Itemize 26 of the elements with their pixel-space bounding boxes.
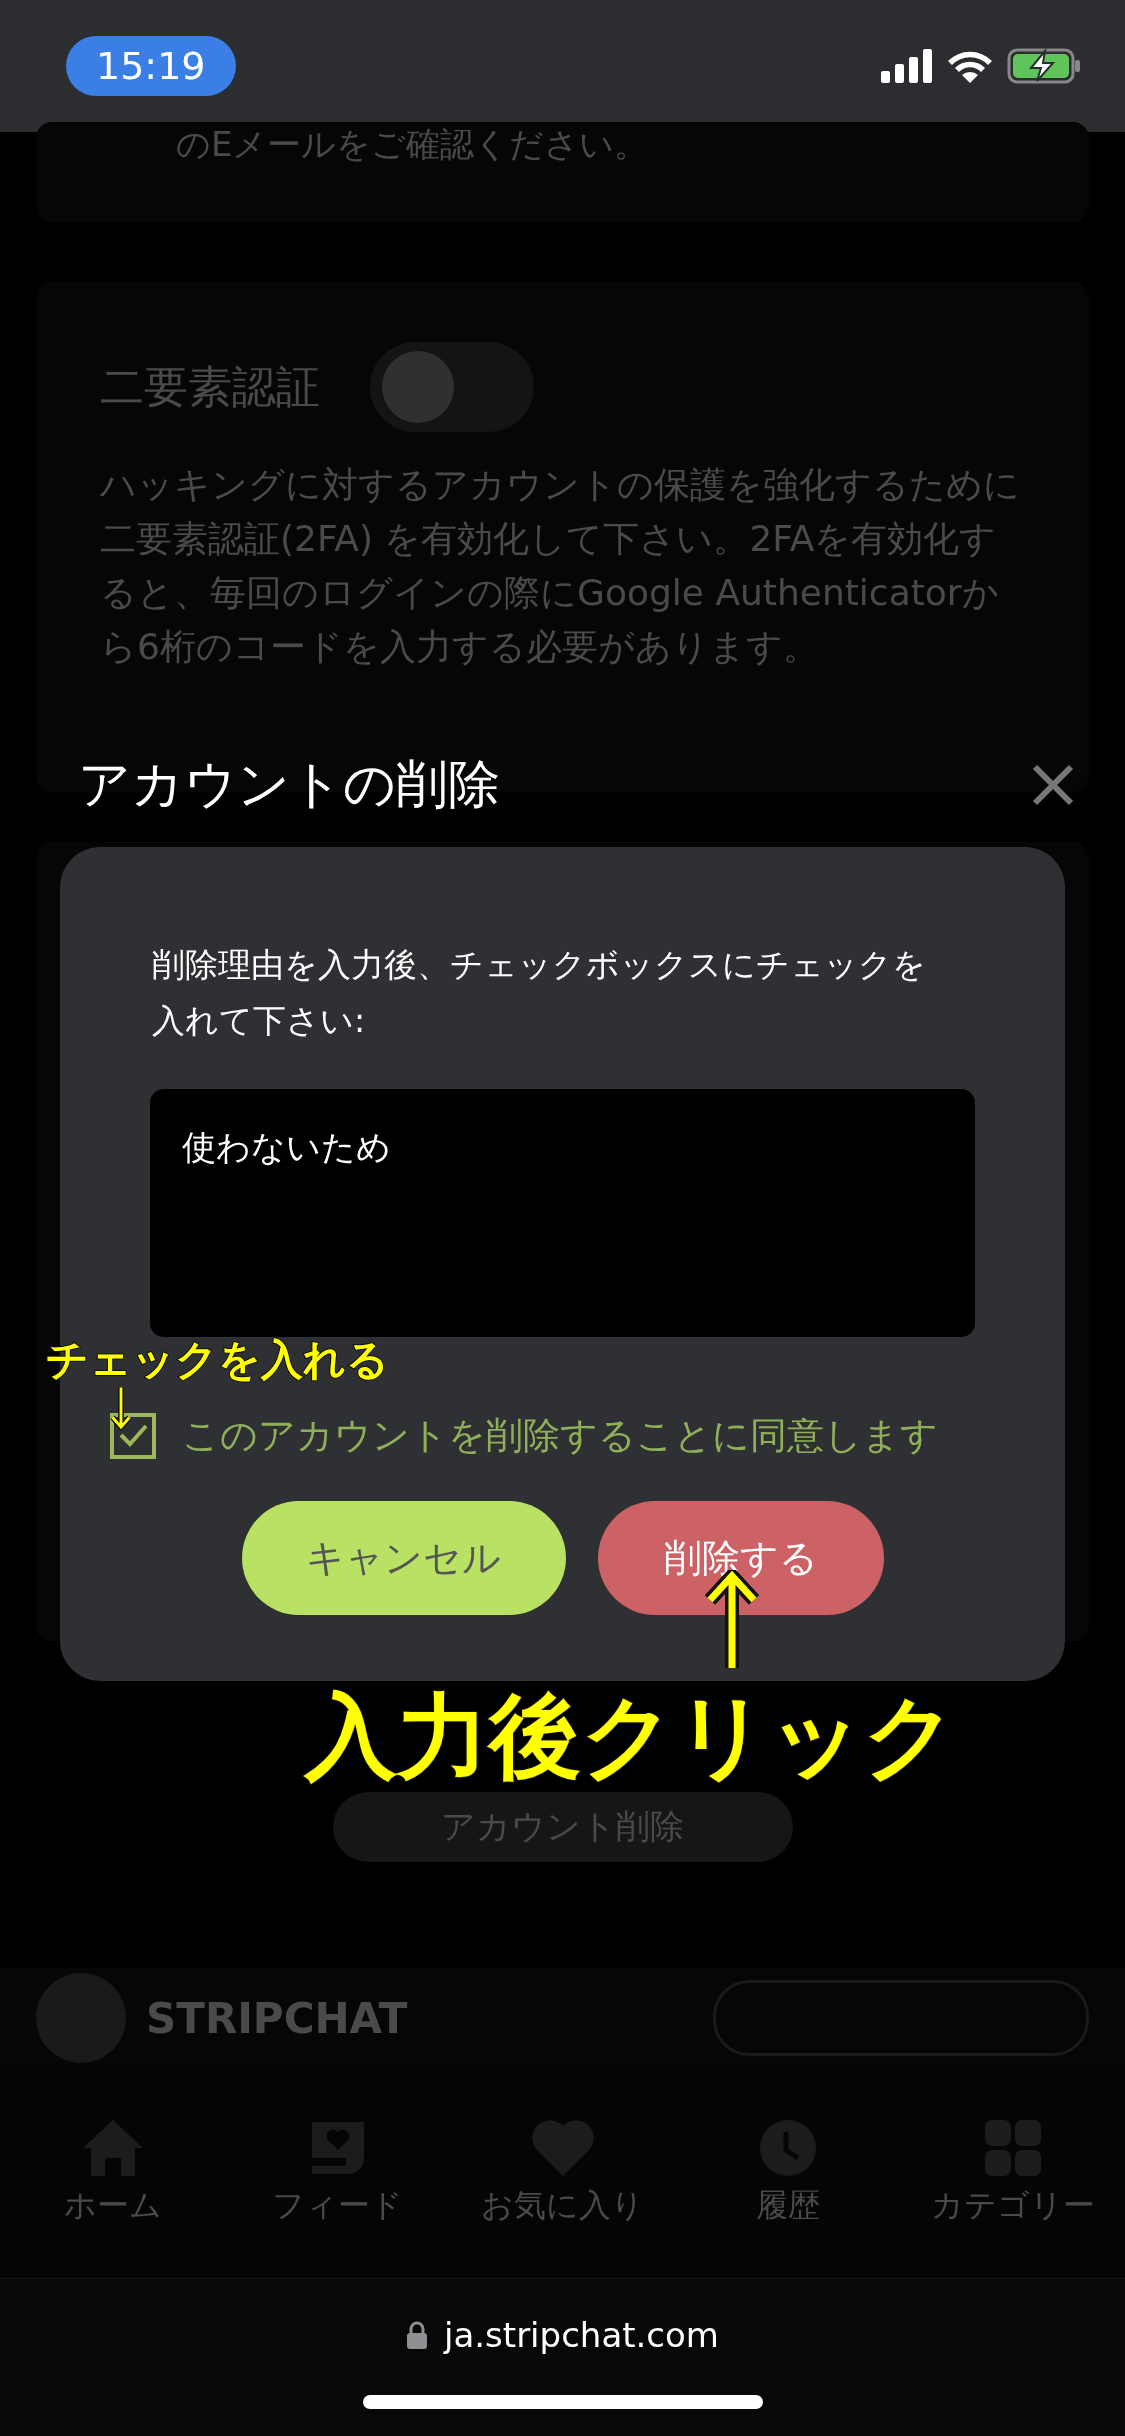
status-time: 15:19	[66, 36, 236, 96]
checkbox[interactable]	[110, 1413, 156, 1459]
reason-field[interactable]: 使わないため	[150, 1089, 975, 1337]
nav-item[interactable]: 履歴	[677, 2118, 898, 2228]
close-icon[interactable]	[1031, 763, 1075, 807]
dialog-title: アカウントの削除	[78, 753, 500, 816]
instruction-text: 削除理由を入力後、チェックボックスにチェックを入れて下さい:	[152, 944, 927, 1042]
email-note: のEメールをご確認ください。	[176, 123, 649, 166]
setting-title: 二要素認証	[100, 359, 320, 414]
url-text[interactable]: ja.stripchat.com	[444, 2315, 719, 2355]
nav-item[interactable]: カテゴリー	[902, 2118, 1123, 2228]
signal-icon	[881, 49, 933, 83]
wifi-icon	[947, 49, 993, 83]
heart-icon	[530, 2118, 595, 2178]
nav-item[interactable]: フィード	[227, 2118, 448, 2228]
cancel-button[interactable]: キャンセル	[241, 1501, 566, 1615]
nav-item[interactable]: お気に入り	[452, 2118, 673, 2228]
annotation-text: チェックを入れる	[46, 1334, 389, 1386]
delete-button[interactable]: 削除する	[597, 1501, 884, 1615]
agree-label[interactable]: このアカウントを削除することに同意します	[182, 1411, 938, 1461]
logo-text: STRIPCHAT	[146, 1993, 409, 2043]
annotation-text: 入力後クリック	[305, 1682, 957, 1792]
lock-icon	[406, 2320, 428, 2350]
setting-description: ハッキングに対するアカウントの保護を強化するために二要素認証(2FA) を有効化して下さい。2FAを有効化すると、毎回のログインの際にGoogle Authenticatorから6桁のコードを入力する必要があります。	[100, 463, 1021, 669]
battery-charging-icon	[1007, 48, 1081, 84]
nav-item[interactable]: ホーム	[2, 2118, 223, 2228]
